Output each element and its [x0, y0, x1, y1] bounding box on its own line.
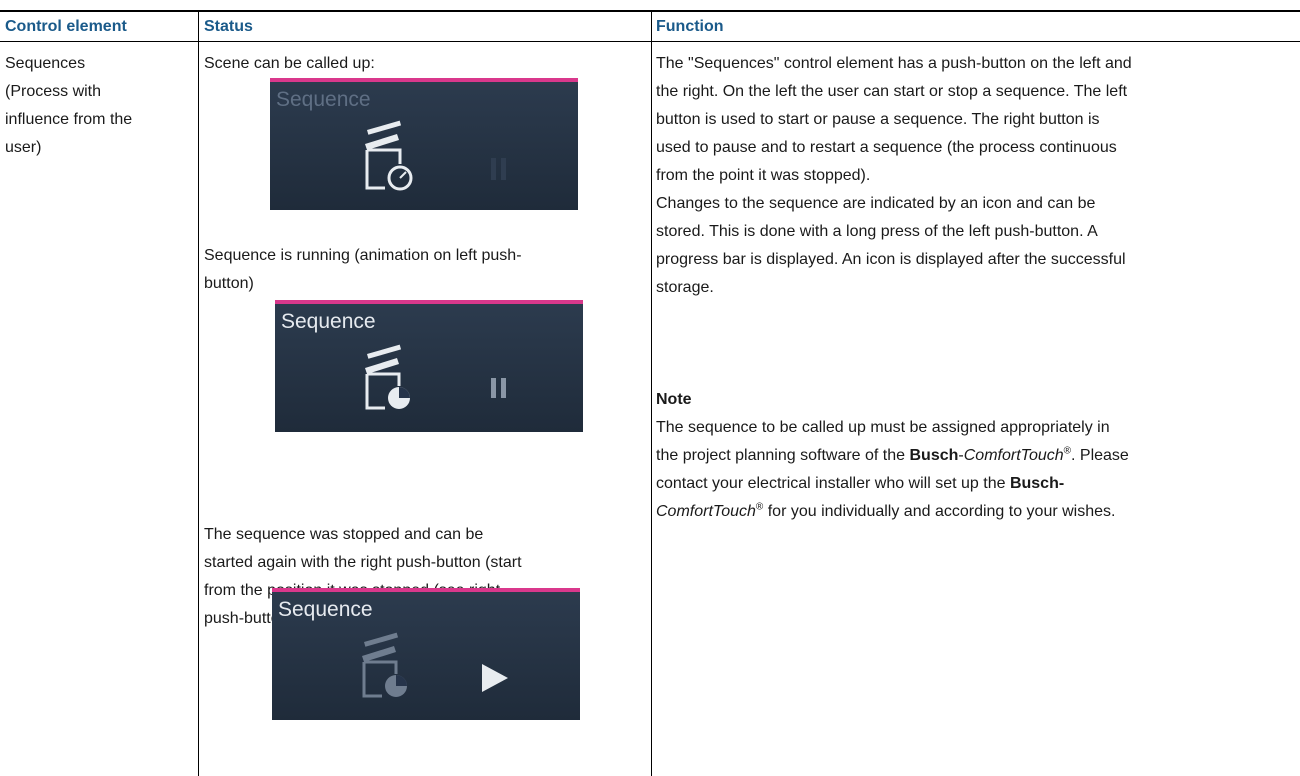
control-line: influence from the — [5, 111, 133, 128]
note-block: Note The sequence to be called up must b… — [656, 386, 1296, 526]
pause-icon — [491, 158, 506, 180]
sequence-panel-callable: Sequence — [270, 78, 578, 210]
column-divider-1 — [198, 10, 199, 776]
sequence-panel-stopped: Sequence — [272, 588, 580, 720]
pause-icon — [491, 378, 506, 398]
status-caption-callable: Scene can be called up: — [204, 55, 375, 72]
control-line: Sequences — [5, 55, 86, 72]
table-top-rule — [0, 10, 1300, 12]
brand-name: ComfortTouch — [656, 503, 756, 520]
brand-name: Busch- — [1009, 475, 1065, 492]
status-caption-running: Sequence is running (animation on left p… — [204, 247, 522, 292]
header-control-element: Control element — [5, 18, 127, 35]
control-line: user) — [5, 139, 42, 156]
brand-name: ComfortTouch — [963, 447, 1064, 464]
document-page: Control element Status Function Sequence… — [0, 0, 1300, 776]
column-divider-2 — [651, 10, 652, 776]
brand-name: Busch — [909, 447, 959, 464]
control-element-cell: Sequences (Process with influence from t… — [5, 50, 195, 162]
play-icon — [482, 664, 508, 692]
sequence-panel-running: Sequence — [275, 300, 583, 432]
header-function: Function — [656, 18, 724, 35]
control-line: (Process with — [5, 83, 102, 100]
note-heading: Note — [656, 391, 692, 408]
header-status: Status — [204, 18, 253, 35]
header-bottom-rule — [0, 41, 1300, 42]
function-description: The "Sequences" control element has a pu… — [656, 55, 1132, 296]
